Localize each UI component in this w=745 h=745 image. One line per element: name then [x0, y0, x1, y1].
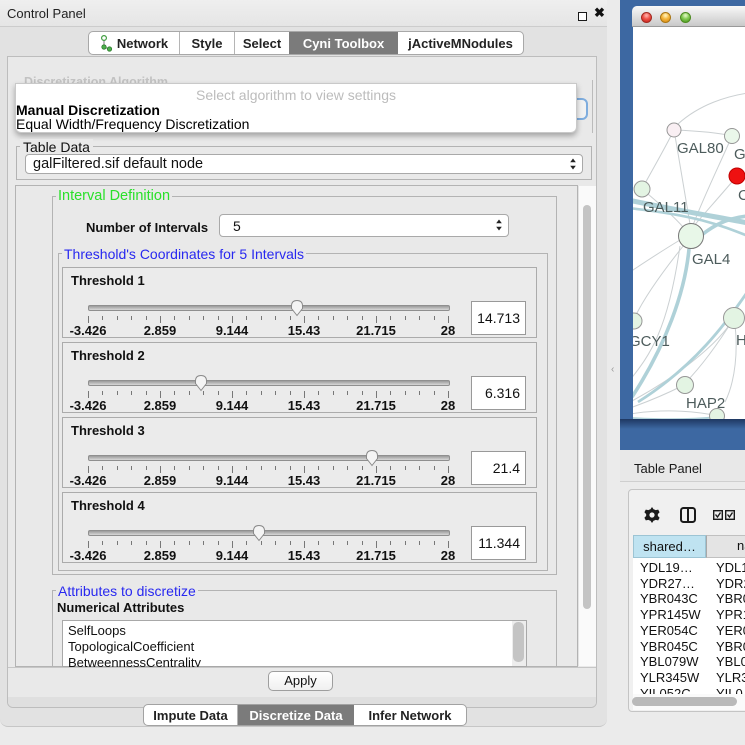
- svg-text:C: C: [738, 187, 745, 204]
- svg-text:HAP2: HAP2: [686, 395, 725, 412]
- svg-text:H: H: [736, 332, 745, 349]
- svg-text:GAL11: GAL11: [643, 199, 689, 216]
- svg-text:G.: G.: [734, 146, 745, 163]
- svg-text:GCY1: GCY1: [633, 333, 670, 350]
- svg-text:GAL4: GAL4: [692, 251, 730, 268]
- svg-text:GAL80: GAL80: [677, 140, 724, 157]
